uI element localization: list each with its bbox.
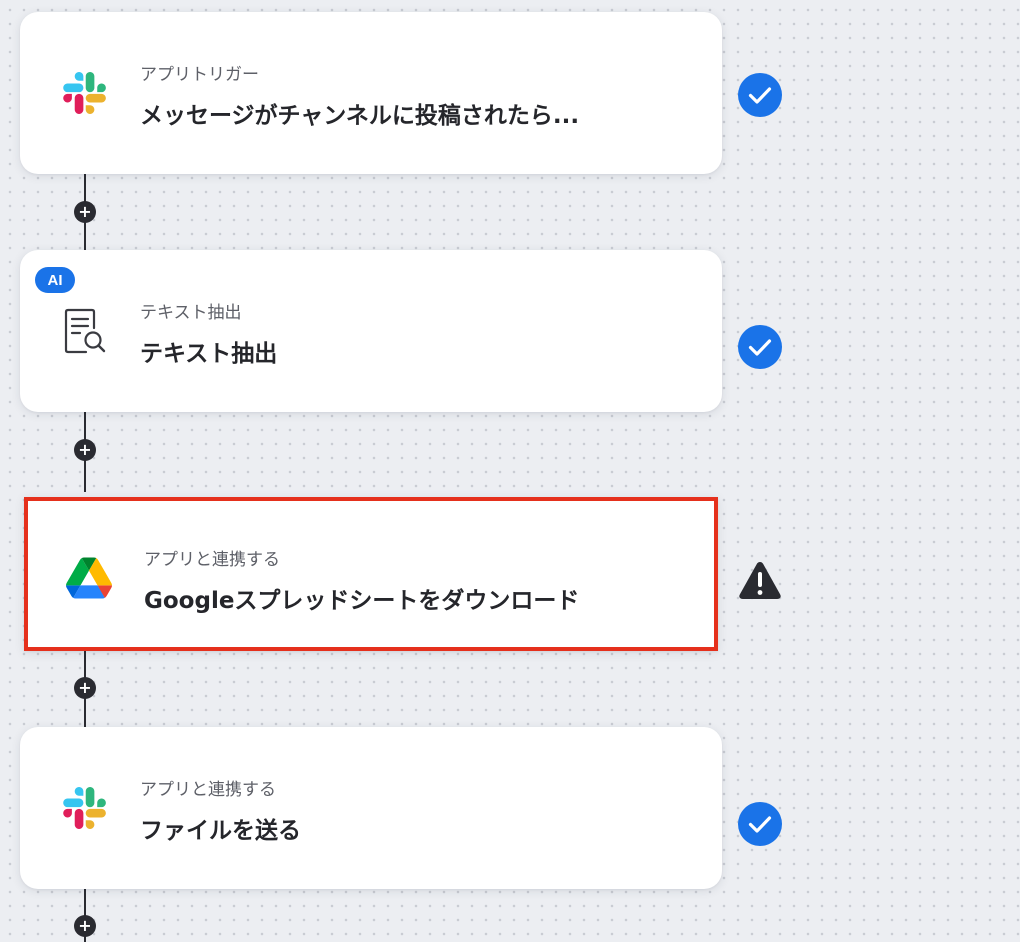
add-step-button[interactable]: + [74,439,96,461]
flow-step-card[interactable]: テキスト抽出 テキスト抽出 [20,250,722,412]
step-title: メッセージがチャンネルに投稿されたら... [140,103,580,129]
step-category-label: テキスト抽出 [140,303,242,323]
google-drive-icon [64,553,114,603]
step-title: テキスト抽出 [140,341,278,367]
step-title: ファイルを送る [140,818,301,844]
flow-step-card[interactable]: アプリトリガー メッセージがチャンネルに投稿されたら... [20,12,722,174]
ai-badge: AI [35,267,75,293]
warning-icon [737,557,783,603]
slack-icon [60,783,110,833]
add-step-button[interactable]: + [74,677,96,699]
flow-step-card[interactable]: アプリと連携する Googleスプレッドシートをダウンロード [24,497,718,651]
step-title: Googleスプレッドシートをダウンロード [144,588,580,614]
step-category-label: アプリトリガー [140,65,259,85]
add-step-button[interactable]: + [74,915,96,937]
document-search-icon [60,306,110,356]
check-circle-icon [737,72,783,118]
flow-step-card[interactable]: アプリと連携する ファイルを送る [20,727,722,889]
step-category-label: アプリと連携する [144,550,280,570]
add-step-button[interactable]: + [74,201,96,223]
step-category-label: アプリと連携する [140,780,276,800]
check-circle-icon [737,801,783,847]
check-circle-icon [737,324,783,370]
slack-icon [60,68,110,118]
